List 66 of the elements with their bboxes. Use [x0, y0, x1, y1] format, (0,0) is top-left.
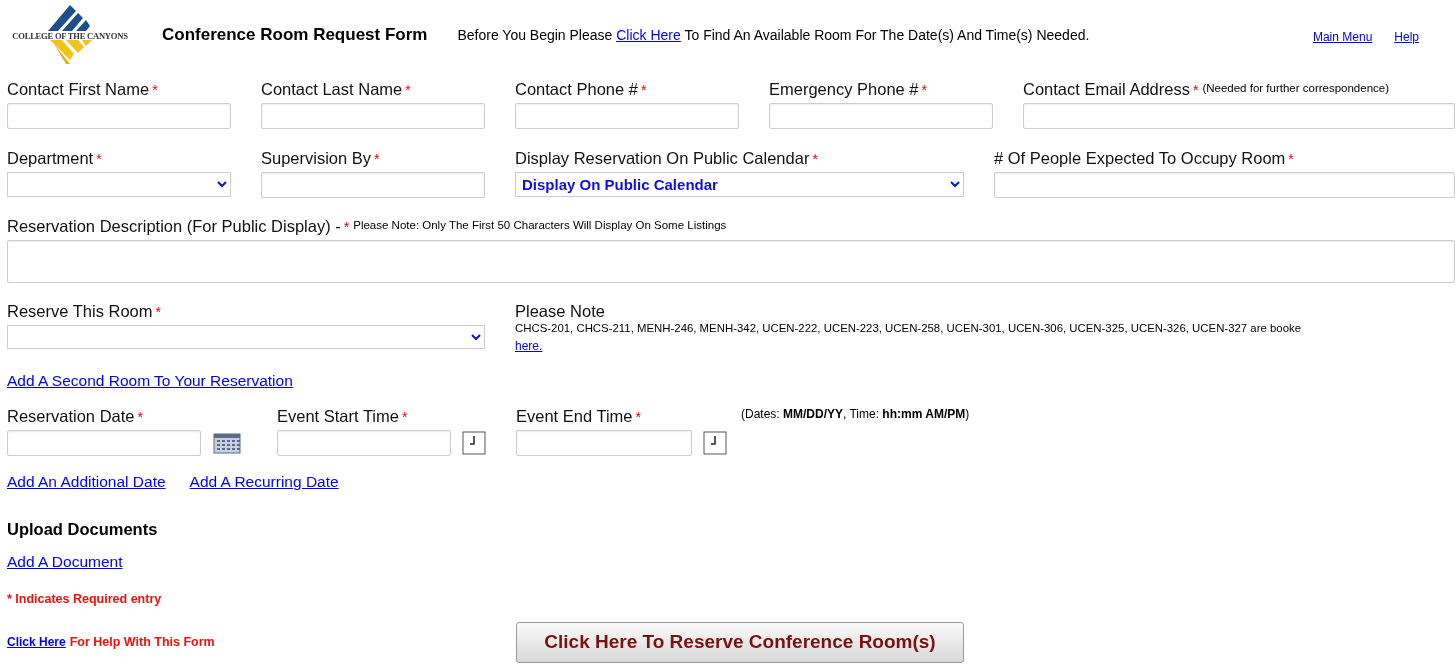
field-label: Reservation Description (For Public Display) - — [7, 217, 341, 235]
required-mark: * — [635, 408, 641, 428]
field-note: (Needed for further correspondence) — [1202, 81, 1390, 96]
section-heading: Upload Documents — [7, 518, 159, 540]
link[interactable]: Add A Document — [7, 550, 123, 574]
input-field[interactable] — [7, 430, 201, 457]
format-hint: (Dates: MM/DD/YY, Time: hh:mm AM/PM) — [741, 406, 970, 424]
field-label: Emergency Phone # — [769, 80, 919, 98]
required-mark: * — [152, 81, 158, 100]
link[interactable]: Help — [1394, 28, 1419, 46]
field-label: Contact Phone # — [515, 80, 638, 98]
logo-text: COLLEGE OF THE CANYONS — [12, 31, 128, 41]
input-field[interactable] — [261, 172, 485, 198]
input-field[interactable] — [994, 172, 1455, 198]
required-mark: * — [812, 150, 818, 169]
required-mark: * — [155, 303, 161, 322]
field-label: Contact Last Name — [261, 80, 403, 98]
required-mark: * — [401, 408, 408, 428]
required-mark: * — [137, 408, 143, 428]
clock-icon[interactable] — [703, 431, 727, 456]
link[interactable]: Click Here — [7, 632, 66, 652]
required-mark: * — [374, 150, 380, 169]
input-field[interactable] — [769, 103, 993, 129]
dropdown[interactable]: Display On Public Calendar — [515, 172, 964, 197]
required-mark: * — [405, 81, 411, 100]
submit-button[interactable]: Click Here To Reserve Conference Room(s) — [516, 621, 964, 663]
required-mark: * — [1288, 150, 1294, 169]
link[interactable]: Click Here — [616, 26, 681, 43]
required-note: * Indicates Required entry — [7, 591, 162, 606]
required-mark: * — [640, 81, 647, 100]
clock-icon[interactable] — [462, 431, 486, 456]
field-label: Reservation Date — [7, 407, 135, 426]
field-label: Department — [7, 149, 94, 167]
field-label: Supervision By — [261, 149, 372, 167]
input-field[interactable] — [261, 103, 485, 129]
required-mark: * — [1192, 81, 1199, 100]
link[interactable]: Add An Additional Date — [7, 470, 166, 494]
field-label: Event Start Time — [277, 407, 399, 426]
input-field[interactable] — [7, 103, 231, 129]
link[interactable]: Main Menu — [1312, 28, 1373, 46]
link[interactable]: Add A Recurring Date — [189, 470, 339, 494]
input-field[interactable] — [277, 430, 451, 457]
field-label: Display Reservation On Public Calendar — [515, 149, 810, 167]
form-title: Conference Room Request Form — [162, 24, 428, 47]
note-text: CHCS-201, CHCS-211, MENH-246, MENH-342, UCEN-222, UCEN-223, UCEN-258, UCEN-301, UCEN-306, UCEN-325, UCEN-326, UCEN-327 are booke — [515, 321, 1301, 336]
field-label: Contact Email Address — [1023, 80, 1190, 98]
help-text: For Help With This Form — [69, 633, 215, 651]
dropdown[interactable] — [7, 325, 485, 349]
link[interactable]: Add A Second Room To Your Reservation — [7, 369, 293, 393]
note-title: Please Note — [515, 302, 606, 320]
input-field[interactable] — [515, 103, 739, 129]
required-mark: * — [343, 218, 350, 237]
link[interactable]: here. — [515, 337, 543, 356]
required-mark: * — [96, 150, 102, 169]
field-label: Event End Time — [516, 407, 633, 426]
field-note: Please Note: Only The First 50 Characters Will Display On Some Listings — [353, 218, 727, 233]
calendar-icon[interactable] — [213, 431, 241, 456]
required-mark: * — [921, 81, 927, 100]
field-label: # Of People Expected To Occupy Room — [994, 149, 1286, 167]
dropdown[interactable] — [7, 172, 231, 197]
text-area[interactable] — [7, 240, 1455, 283]
field-label: Reserve This Room — [7, 302, 153, 320]
intro-text: Before You Begin Please Click Here To Find An Available Room For The Date(s) And Time(s) Needed. — [457, 25, 1090, 45]
input-field[interactable] — [1023, 103, 1455, 129]
field-label: Contact First Name — [7, 80, 150, 98]
input-field[interactable] — [516, 430, 692, 457]
